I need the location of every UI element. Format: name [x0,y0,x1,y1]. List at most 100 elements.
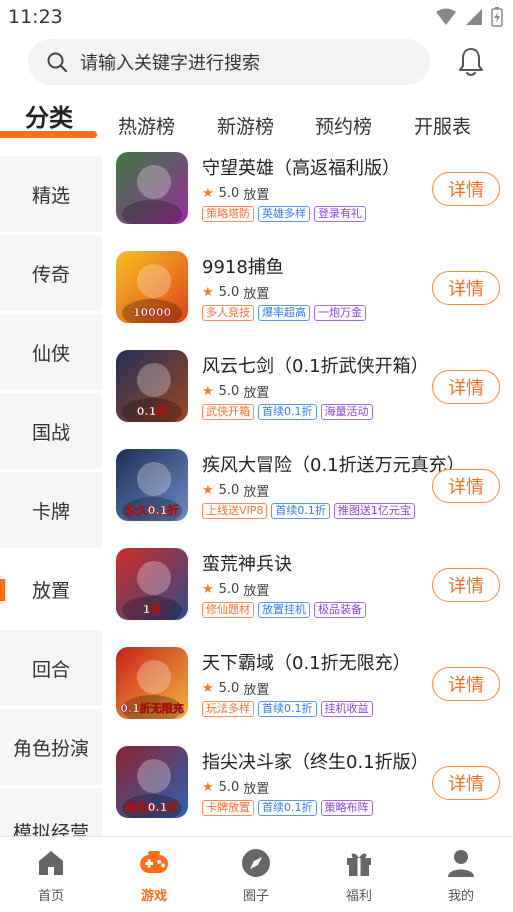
game-rating: ★ 5.0 放置 [202,679,269,698]
game-tag: 挂机收益 [320,701,373,717]
game-item[interactable]: 守望英雄（高返福利版） ★ 5.0 放置 策略塔防 英雄多样 登录有礼 详情 [102,146,513,245]
sidebar-item-rpg[interactable]: 角色扮演 [0,709,102,785]
nav-label: 首页 [37,889,64,904]
sidebar-item-legend[interactable]: 传奇 [0,235,102,311]
search-input[interactable]: 请输入关键字进行搜索 [28,39,430,85]
detail-button[interactable]: 详情 [432,766,500,800]
sidebar-item-xianxia[interactable]: 仙侠 [0,314,102,390]
wifi-icon [436,8,456,25]
game-icon-label: 0.1折 [137,404,168,418]
detail-button[interactable]: 详情 [432,568,500,602]
nav-welfare[interactable]: 福利 [319,847,399,904]
battery-icon [491,7,503,27]
nav-mine[interactable]: 我的 [421,847,501,904]
star-icon: ★ [202,681,214,696]
detail-button[interactable]: 详情 [432,271,500,305]
game-icon[interactable]: 0.1折 [116,350,188,422]
sidebar-item-label: 卡牌 [31,500,70,523]
bell-icon[interactable] [456,46,486,78]
tab-hot[interactable]: 热游榜 [118,112,175,139]
game-tag: 策略布阵 [320,800,373,816]
game-tag: 修仙题材 [202,602,254,618]
star-icon: ★ [202,582,214,597]
game-item[interactable]: 终生0.1折 指尖决斗家（终生0.1折版） ★ 5.0 放置 卡牌放置 首续0.1折 策略布阵… [102,740,513,836]
game-name: 疾风大冒险（0.1折送万元真充） [202,455,465,476]
star-icon: ★ [202,384,214,399]
sidebar-item-card[interactable]: 卡牌 [0,472,102,548]
game-name: 风云七剑（0.1折武侠开箱） [202,356,429,377]
game-tag: 策略塔防 [202,206,254,222]
game-rating: ★ 5.0 放置 [202,382,269,401]
game-icon-label: 10000 [133,306,172,319]
gift-icon [347,853,371,876]
game-tag: 上线送VIP8 [202,503,268,519]
sidebar-item-featured[interactable]: 精选 [0,156,102,232]
game-icon[interactable]: 终生0.1折 [116,746,188,818]
search-placeholder: 请输入关键字进行搜索 [80,53,260,74]
game-icon[interactable]: 0.1折无限充 [116,647,188,719]
game-name: 指尖决斗家（终生0.1折版） [202,752,429,773]
game-item[interactable]: 0.1折无限充 天下霸域（0.1折无限充） ★ 5.0 放置玩法多样 首续0.1折 挂机收益… [102,641,513,740]
tab-server[interactable]: 开服表 [414,112,471,139]
rating-value: 5.0 [218,186,240,201]
sidebar-item-label: 回合 [31,658,70,681]
game-tags: 玩法多样 首续0.1折 挂机收益 [202,701,373,717]
game-name: 蛮荒神兵诀 [202,554,292,575]
tab-new[interactable]: 新游榜 [217,112,274,139]
game-tags: 多人竞技 爆率超高 一炮万金 [202,305,366,321]
game-tag: 英雄多样 [258,206,310,222]
sidebar-item-idle[interactable]: 放置 [0,551,102,627]
game-icon-label: 1折 [143,602,162,616]
sidebar-item-label: 模拟经营 [12,822,89,836]
detail-button[interactable]: 详情 [432,172,500,206]
home-icon [39,851,63,875]
game-tag: 首续0.1折 [258,800,317,816]
game-tag: 武侠开箱 [202,404,254,420]
star-icon: ★ [202,186,214,201]
sidebar-item-label: 仙侠 [31,342,70,365]
game-rating: ★ 5.0 放置 [202,481,269,500]
sidebar-item-national-war[interactable]: 国战 [0,393,102,469]
game-category: 放置 [243,485,270,500]
bottom-nav: 首页 游戏 圈子 福利 我的 [0,836,513,912]
nav-label: 游戏 [140,889,167,904]
game-icon[interactable]: 1折 [116,548,188,620]
star-icon: ★ [202,780,214,795]
detail-button[interactable]: 详情 [432,469,500,503]
game-item[interactable]: 0.1折 风云七剑（0.1折武侠开箱） ★ 5.0 放置 武侠开箱 首续0.1折 海量活动 详情 [102,344,513,443]
star-icon: ★ [202,483,214,498]
sidebar-item-simulation[interactable]: 模拟经营 [0,788,102,836]
detail-button[interactable]: 详情 [432,370,500,404]
game-item[interactable]: 10000 9918捕鱼 ★ 5.0 放置 多人竞技 爆率超高 一炮万金 详情 [102,245,513,344]
game-name: 守望英雄（高返福利版） [202,158,400,179]
game-tags: 卡牌放置 首续0.1折 策略布阵 [202,800,373,816]
game-icon[interactable]: 永久0.1折 [116,449,188,521]
game-item[interactable]: 永久0.1折 疾风大冒险（0.1折送万元真充） ★ 5.0 放置 上线送VIP8 首续0.1… [102,443,513,542]
detail-button[interactable]: 详情 [432,667,500,701]
status-icons [435,7,503,27]
game-icon[interactable]: 10000 [116,251,188,323]
game-rating: ★ 5.0 放置 [202,580,269,599]
game-tags: 策略塔防 英雄多样 登录有礼 [202,206,366,222]
game-category: 放置 [243,782,270,797]
nav-home[interactable]: 首页 [11,847,91,904]
tab-category[interactable]: 分类 [25,98,73,133]
rating-value: 5.0 [218,483,240,498]
game-name: 天下霸域（0.1折无限充） [202,653,411,674]
tab-reserve[interactable]: 预约榜 [315,112,372,139]
game-tag: 首续0.1折 [258,404,317,420]
star-icon: ★ [202,285,214,300]
game-tag: 海量活动 [320,404,373,420]
sidebar-item-turn-based[interactable]: 回合 [0,630,102,706]
nav-games[interactable]: 游戏 [114,847,194,904]
rating-value: 5.0 [218,384,240,399]
game-tag: 爆率超高 [258,305,310,321]
sidebar-item-label: 放置 [31,579,70,602]
nav-label: 圈子 [242,889,269,904]
game-icon-label: 0.1折无限充 [120,701,184,715]
nav-circle[interactable]: 圈子 [216,847,296,904]
game-list: 守望英雄（高返福利版） ★ 5.0 放置 策略塔防 英雄多样 登录有礼 详情 10000 9918… [102,146,513,836]
game-icon[interactable] [116,152,188,224]
game-rating: ★ 5.0 放置 [202,184,269,203]
game-item[interactable]: 1折 蛮荒神兵诀 ★ 5.0 放置 修仙题材 放置挂机 极品装备 详情 [102,542,513,641]
